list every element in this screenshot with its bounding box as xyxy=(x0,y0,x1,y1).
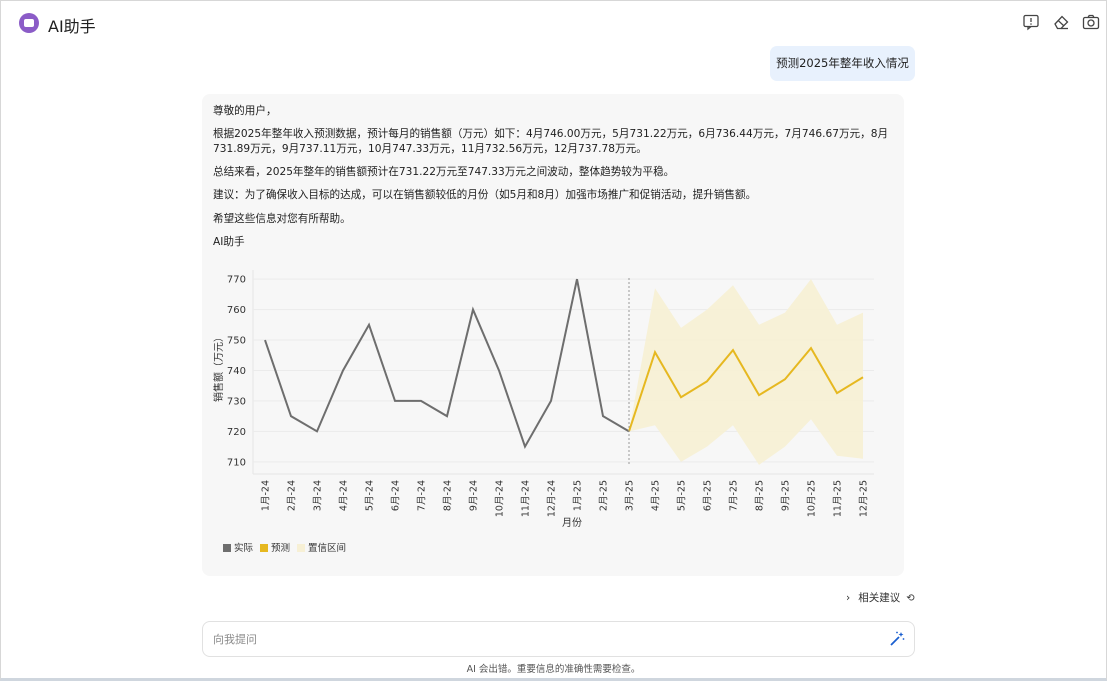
y-tick-label: 720 xyxy=(227,427,246,438)
assistant-answer-card: 尊敬的用户， 根据2025年整年收入预测数据，预计每月的销售额（万元）如下：4月… xyxy=(202,94,904,576)
prompt-input-box[interactable]: 向我提问 xyxy=(202,621,915,657)
assistant-logo-icon xyxy=(19,13,39,33)
x-tick-label: 5月-24 xyxy=(365,480,376,511)
actual-series-line xyxy=(264,278,630,450)
x-tick-label: 9月-25 xyxy=(781,480,792,511)
y-tick-label: 710 xyxy=(227,457,246,468)
x-tick-label: 4月-24 xyxy=(339,480,350,511)
app-header: AI助手 xyxy=(0,0,1107,46)
x-tick-label: 1月-24 xyxy=(261,480,272,511)
eraser-icon[interactable] xyxy=(1052,13,1070,31)
refresh-icon[interactable]: ⟲ xyxy=(906,593,914,604)
app-title: AI助手 xyxy=(48,17,96,36)
legend-swatch-interval xyxy=(297,544,305,552)
x-tick-label: 6月-24 xyxy=(391,480,402,511)
y-tick-label: 740 xyxy=(227,366,246,377)
prompt-input-placeholder[interactable]: 向我提问 xyxy=(213,631,257,647)
legend-label: 实际 xyxy=(234,542,254,554)
chevron-right-icon: › xyxy=(846,592,851,604)
x-tick-label: 1月-25 xyxy=(573,480,584,511)
user-message-bubble: 预测2025年整年收入情况 xyxy=(770,46,915,81)
y-tick-label: 760 xyxy=(227,305,246,316)
x-tick-label: 3月-25 xyxy=(625,480,636,511)
x-tick-label: 7月-24 xyxy=(417,480,428,511)
x-tick-label: 2月-25 xyxy=(599,480,610,511)
x-tick-label: 12月-25 xyxy=(859,480,870,517)
x-tick-label: 3月-24 xyxy=(313,480,324,511)
legend-swatch-actual xyxy=(223,544,231,552)
legend-label: 预测 xyxy=(271,543,290,554)
feedback-icon[interactable] xyxy=(1022,13,1040,31)
x-tick-label: 10月-24 xyxy=(495,480,506,517)
x-tick-label: 11月-25 xyxy=(833,480,844,517)
x-tick-label: 2月-24 xyxy=(287,480,298,511)
chart-legend: 实际 预测 置信区间 xyxy=(223,542,346,554)
x-tick-label: 6月-25 xyxy=(703,480,714,511)
y-tick-label: 750 xyxy=(227,336,246,347)
related-suggestions-label: 相关建议 xyxy=(858,592,901,604)
y-tick-label: 730 xyxy=(227,396,246,407)
camera-icon[interactable] xyxy=(1082,13,1100,31)
x-tick-label: 8月-25 xyxy=(755,480,766,511)
x-tick-label: 10月-25 xyxy=(807,480,818,517)
x-tick-label: 11月-24 xyxy=(521,480,532,517)
legend-label: 置信区间 xyxy=(308,542,346,554)
y-tick-label: 770 xyxy=(227,275,246,286)
x-tick-label: 12月-24 xyxy=(547,480,558,517)
disclaimer-footnote: AI 会出错。重要信息的准确性需要检查。 xyxy=(466,664,641,675)
magic-wand-icon[interactable] xyxy=(888,630,906,648)
legend-swatch-forecast xyxy=(260,544,268,552)
x-tick-label: 5月-25 xyxy=(677,480,688,511)
x-tick-label: 4月-25 xyxy=(651,480,662,511)
sales-forecast-chart: 1月-24 2月-24 3月-24 4月-24 5月-24 6月-24 7月-24 8月-24… xyxy=(212,270,874,554)
y-axis-label: 销售额（万元） xyxy=(212,332,225,402)
x-tick-label: 9月-24 xyxy=(469,480,480,511)
related-suggestions-toggle[interactable]: › 相关建议 ⟲ xyxy=(846,590,915,605)
x-tick-label: 7月-25 xyxy=(729,480,740,511)
x-axis-label: 月份 xyxy=(562,517,582,529)
x-tick-label: 8月-24 xyxy=(443,480,454,511)
